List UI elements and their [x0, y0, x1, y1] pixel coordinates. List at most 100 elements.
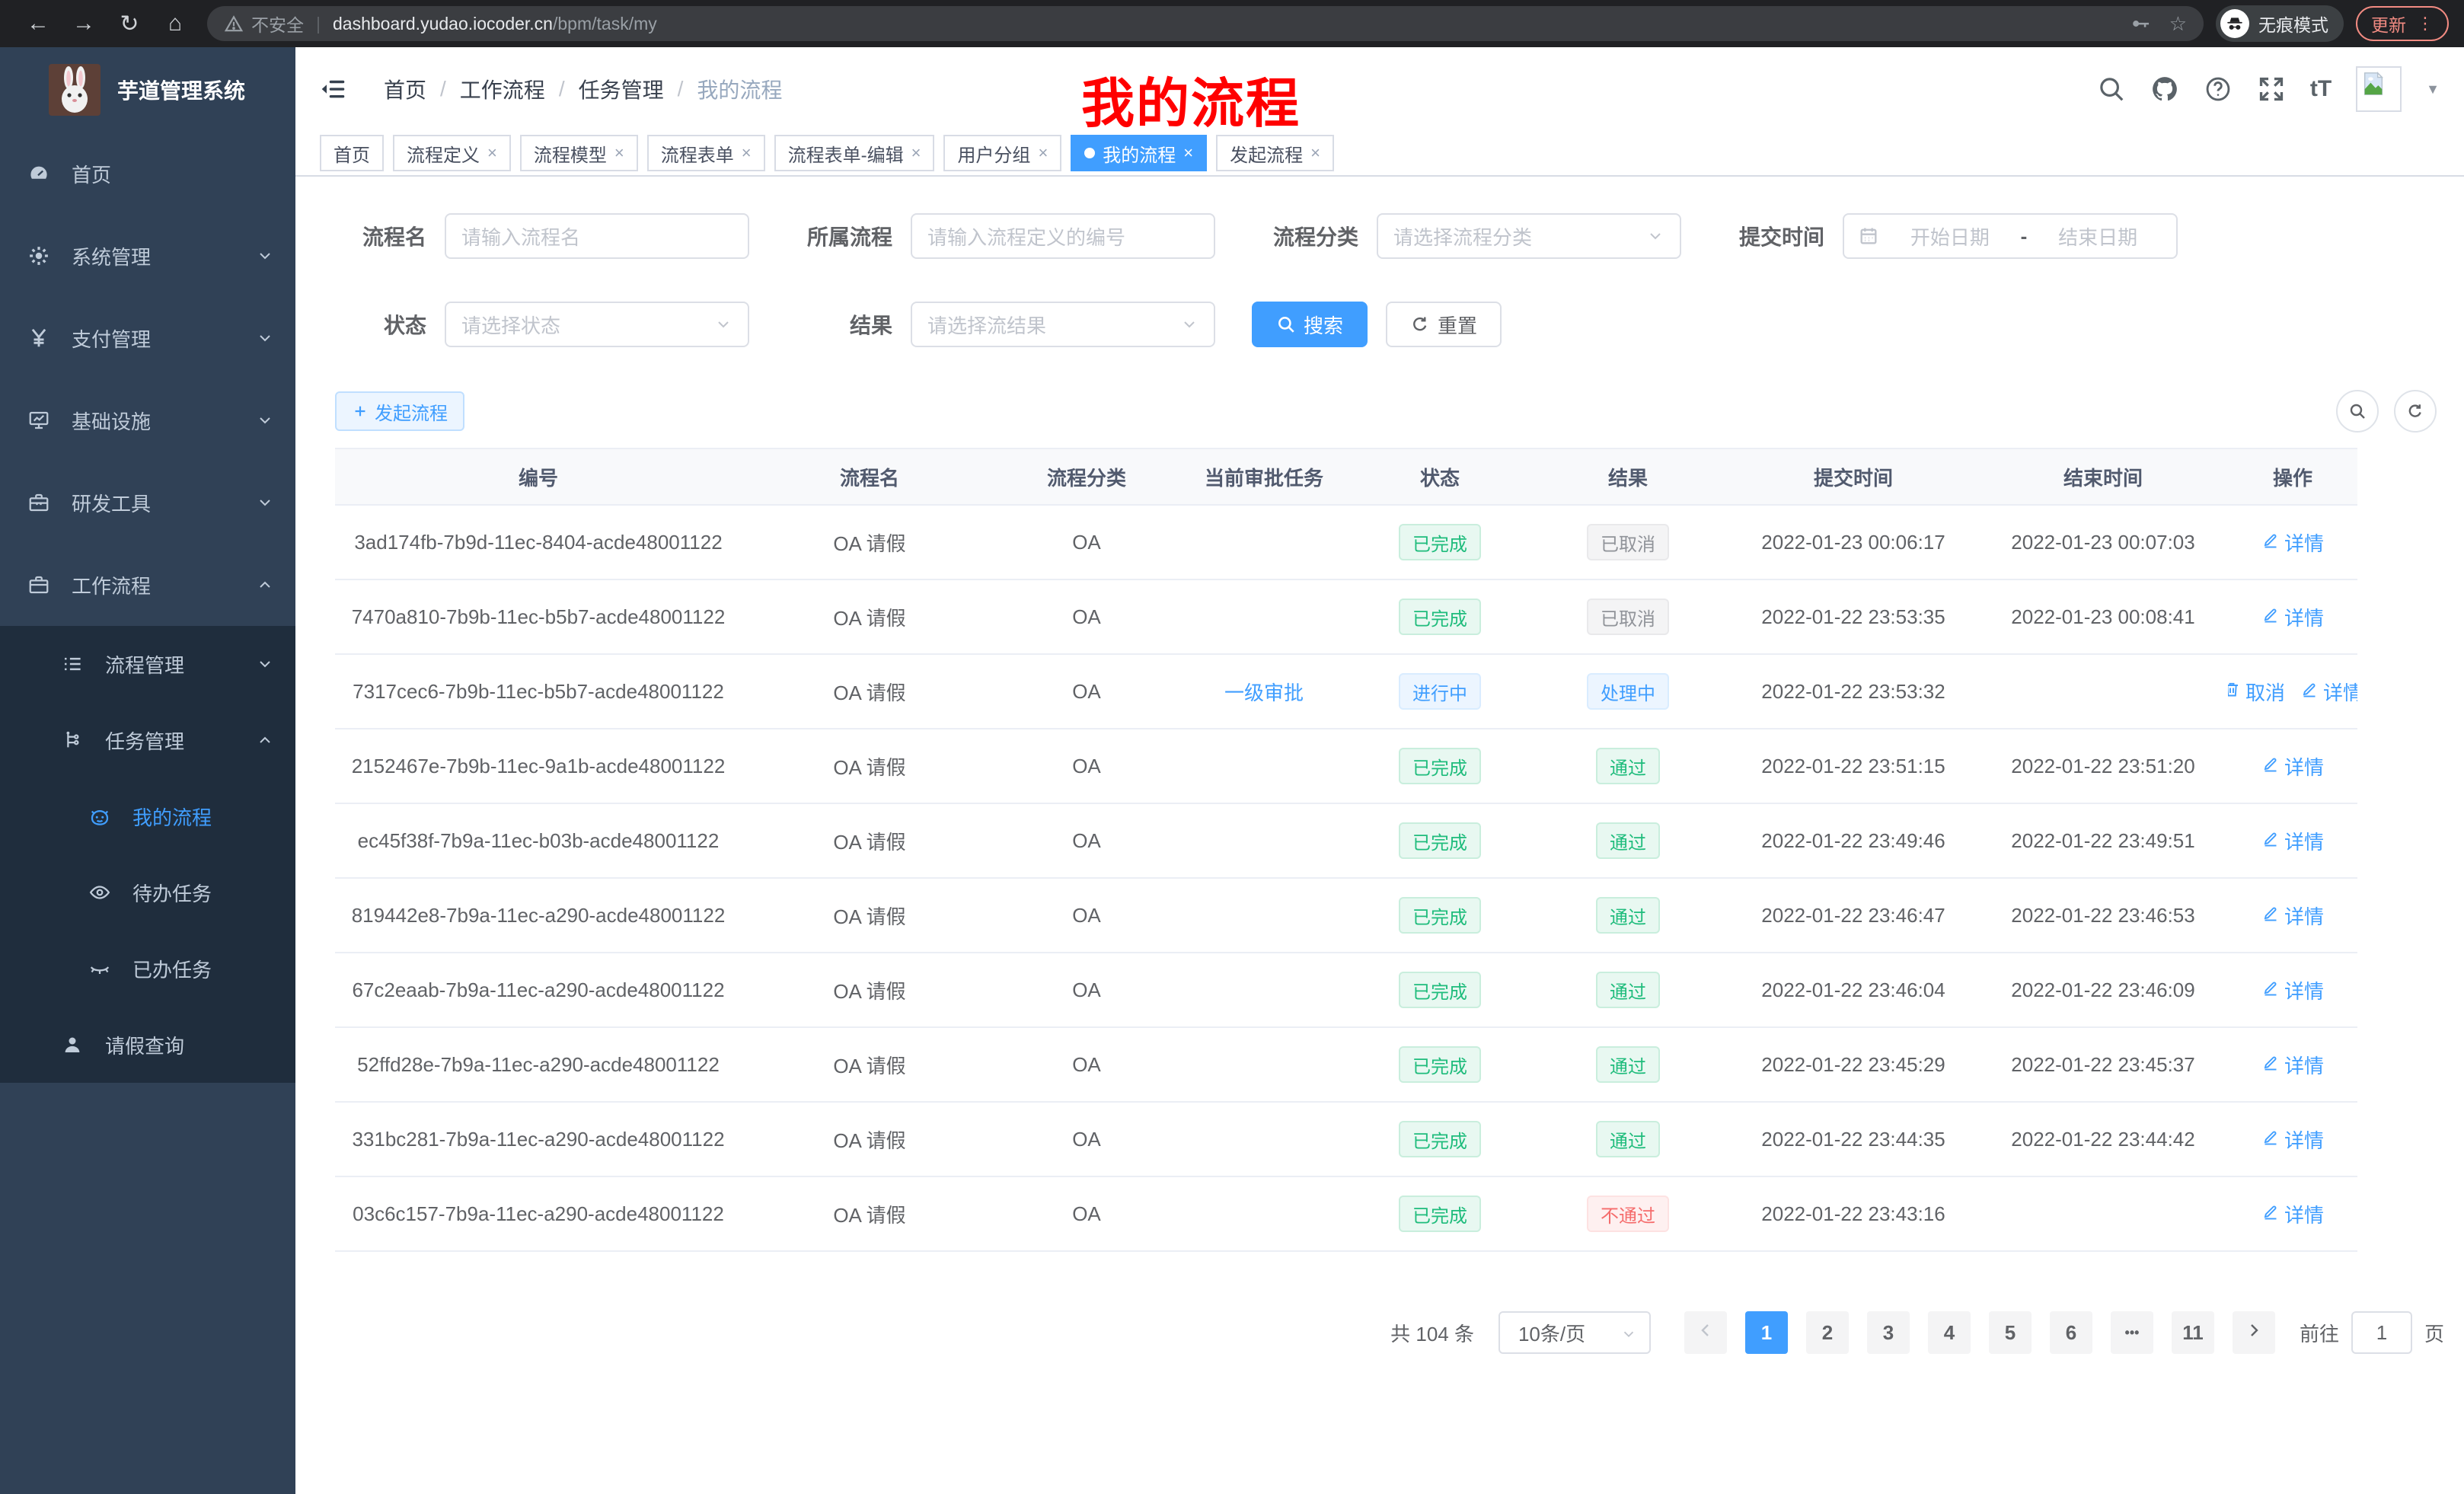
key-icon[interactable]: [2130, 13, 2151, 34]
breadcrumb-separator: /: [678, 77, 684, 101]
sidebar-item-2[interactable]: 系统管理: [0, 215, 295, 297]
tab-7[interactable]: 我的流程×: [1071, 135, 1207, 171]
breadcrumb-item-4: 我的流程: [697, 74, 782, 104]
sidebar-item-12[interactable]: 请假查询: [0, 1007, 295, 1083]
sidebar-item-1[interactable]: 首页: [0, 132, 295, 215]
browser-menu-icon[interactable]: ⋮: [2417, 15, 2434, 32]
search-icon[interactable]: [2097, 75, 2126, 104]
address-bar[interactable]: 不安全 | dashboard.yudao.iocoder.cn /bpm/ta…: [207, 6, 2204, 41]
sidebar-item-7[interactable]: 流程管理: [0, 626, 295, 702]
tab-4[interactable]: 流程表单×: [647, 135, 765, 171]
detail-action-link[interactable]: 详情: [2261, 603, 2324, 631]
tab-1[interactable]: 首页: [320, 135, 384, 171]
close-icon[interactable]: ×: [487, 145, 497, 161]
tab-6[interactable]: 用户分组×: [943, 135, 1061, 171]
tab-label: 流程定义: [407, 140, 480, 167]
browser-forward-icon[interactable]: →: [61, 11, 107, 37]
browser-reload-icon[interactable]: ↻: [107, 11, 152, 37]
sidebar-item-8[interactable]: 任务管理: [0, 702, 295, 778]
browser-home-icon[interactable]: ⌂: [152, 11, 198, 37]
breadcrumb-item-2[interactable]: 工作流程: [460, 74, 545, 104]
result-label: 结果: [786, 309, 892, 340]
process-name-input[interactable]: 请输入流程名: [445, 213, 749, 259]
tab-5[interactable]: 流程表单-编辑×: [774, 135, 935, 171]
page-button-1[interactable]: 1: [1745, 1311, 1788, 1354]
detail-action-link[interactable]: 详情: [2261, 752, 2324, 781]
submit-time-cell: 2022-01-22 23:49:46: [1728, 829, 1978, 853]
update-button[interactable]: 更新 ⋮: [2356, 6, 2449, 41]
more-pages-button[interactable]: •••: [2111, 1311, 2153, 1354]
table-row: 331bc281-7b9a-11ec-a290-acde48001122OA 请…: [335, 1103, 2357, 1177]
cancel-action-link[interactable]: 取消: [2228, 678, 2285, 706]
jump-page-input[interactable]: [2351, 1311, 2412, 1354]
sidebar-item-label: 首页: [72, 160, 111, 188]
page-button-3[interactable]: 3: [1867, 1311, 1910, 1354]
detail-action-link[interactable]: 详情: [2261, 902, 2324, 930]
close-icon[interactable]: ×: [1183, 145, 1193, 161]
breadcrumb-item-3[interactable]: 任务管理: [579, 74, 664, 104]
security-label[interactable]: 不安全: [251, 11, 304, 37]
submit-time-range-picker[interactable]: 开始日期 - 结束日期: [1843, 213, 2178, 259]
sidebar-item-4[interactable]: 基础设施: [0, 379, 295, 461]
sidebar-item-11[interactable]: 已办任务: [0, 931, 295, 1007]
column-header-6: 结果: [1527, 463, 1728, 491]
hamburger-icon[interactable]: [320, 75, 347, 103]
github-icon[interactable]: [2150, 75, 2179, 104]
plus-icon: [352, 403, 369, 420]
page-button-11[interactable]: 11: [2172, 1311, 2214, 1354]
column-header-2: 流程名: [742, 463, 997, 491]
help-icon[interactable]: [2204, 75, 2233, 104]
detail-action-link[interactable]: 详情: [2300, 678, 2357, 706]
sidebar-item-3[interactable]: 支付管理: [0, 297, 295, 379]
detail-action-link[interactable]: 详情: [2261, 1200, 2324, 1228]
browser-back-icon[interactable]: ←: [15, 11, 61, 37]
prev-page-button[interactable]: [1684, 1311, 1727, 1354]
submit-time-cell: 2022-01-22 23:46:04: [1728, 978, 1978, 1002]
refresh-table-button[interactable]: [2394, 390, 2437, 433]
action-label: 详情: [2284, 752, 2324, 781]
toggle-search-button[interactable]: [2336, 390, 2379, 433]
start-process-button[interactable]: 发起流程: [335, 391, 464, 431]
page-button-2[interactable]: 2: [1806, 1311, 1849, 1354]
status-cell: 已完成: [1352, 1046, 1527, 1083]
close-icon[interactable]: ×: [1038, 145, 1048, 161]
page-button-6[interactable]: 6: [2050, 1311, 2092, 1354]
fullscreen-icon[interactable]: [2257, 75, 2286, 104]
sidebar-item-5[interactable]: 研发工具: [0, 461, 295, 544]
reset-button[interactable]: 重置: [1386, 302, 1502, 347]
status-select[interactable]: 请选择状态: [445, 302, 749, 347]
caret-down-icon[interactable]: ▼: [2426, 81, 2440, 97]
result-select[interactable]: 请选择流结果: [911, 302, 1215, 347]
close-icon[interactable]: ×: [1310, 145, 1320, 161]
tab-8[interactable]: 发起流程×: [1216, 135, 1334, 171]
detail-action-link[interactable]: 详情: [2261, 1051, 2324, 1079]
detail-action-link[interactable]: 详情: [2261, 528, 2324, 557]
process-category-select[interactable]: 请选择流程分类: [1377, 213, 1681, 259]
close-icon[interactable]: ×: [614, 145, 624, 161]
sidebar-item-10[interactable]: 待办任务: [0, 854, 295, 931]
tab-3[interactable]: 流程模型×: [520, 135, 638, 171]
current-task-link[interactable]: 一级审批: [1224, 678, 1304, 706]
page-button-5[interactable]: 5: [1989, 1311, 2032, 1354]
avatar[interactable]: [2356, 66, 2402, 112]
page-button-4[interactable]: 4: [1928, 1311, 1971, 1354]
breadcrumb-item-1[interactable]: 首页: [384, 74, 426, 104]
process-definition-input[interactable]: 请输入流程定义的编号: [911, 213, 1215, 259]
sidebar-item-6[interactable]: 工作流程: [0, 544, 295, 626]
close-icon[interactable]: ×: [911, 145, 921, 161]
close-icon[interactable]: ×: [742, 145, 752, 161]
result-cell: 通过: [1527, 1121, 1728, 1157]
sidebar-item-9[interactable]: 我的流程: [0, 778, 295, 854]
top-navbar: 首页/工作流程/任务管理/我的流程 tT▼: [295, 47, 2464, 131]
detail-action-link[interactable]: 详情: [2261, 1125, 2324, 1154]
font-size-icon[interactable]: tT: [2310, 78, 2332, 101]
detail-action-link[interactable]: 详情: [2261, 976, 2324, 1004]
action-label: 取消: [2245, 678, 2285, 706]
tab-2[interactable]: 流程定义 ×: [393, 135, 511, 171]
search-button[interactable]: 搜索: [1252, 302, 1368, 347]
page-size-select[interactable]: 10条/页: [1499, 1311, 1651, 1354]
pagination: 共 104 条10条/页123456•••11前往页: [335, 1311, 2444, 1354]
detail-action-link[interactable]: 详情: [2261, 827, 2324, 855]
bookmark-star-icon[interactable]: ☆: [2169, 12, 2187, 36]
next-page-button[interactable]: [2233, 1311, 2275, 1354]
